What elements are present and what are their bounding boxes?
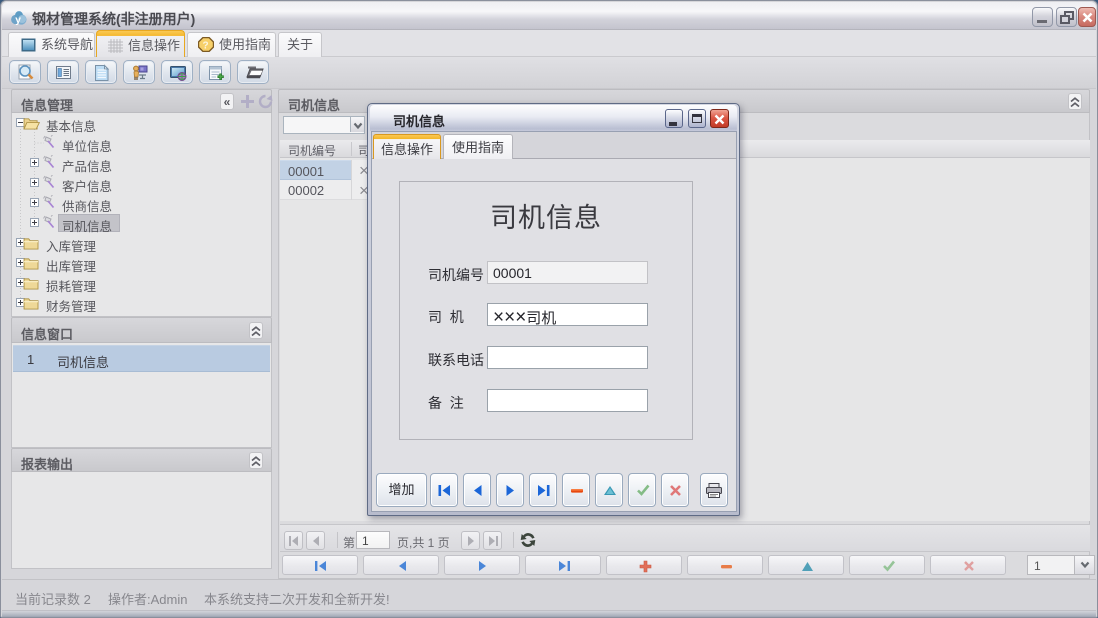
svg-text:y: y [15, 15, 21, 25]
svg-text:?: ? [203, 41, 209, 52]
